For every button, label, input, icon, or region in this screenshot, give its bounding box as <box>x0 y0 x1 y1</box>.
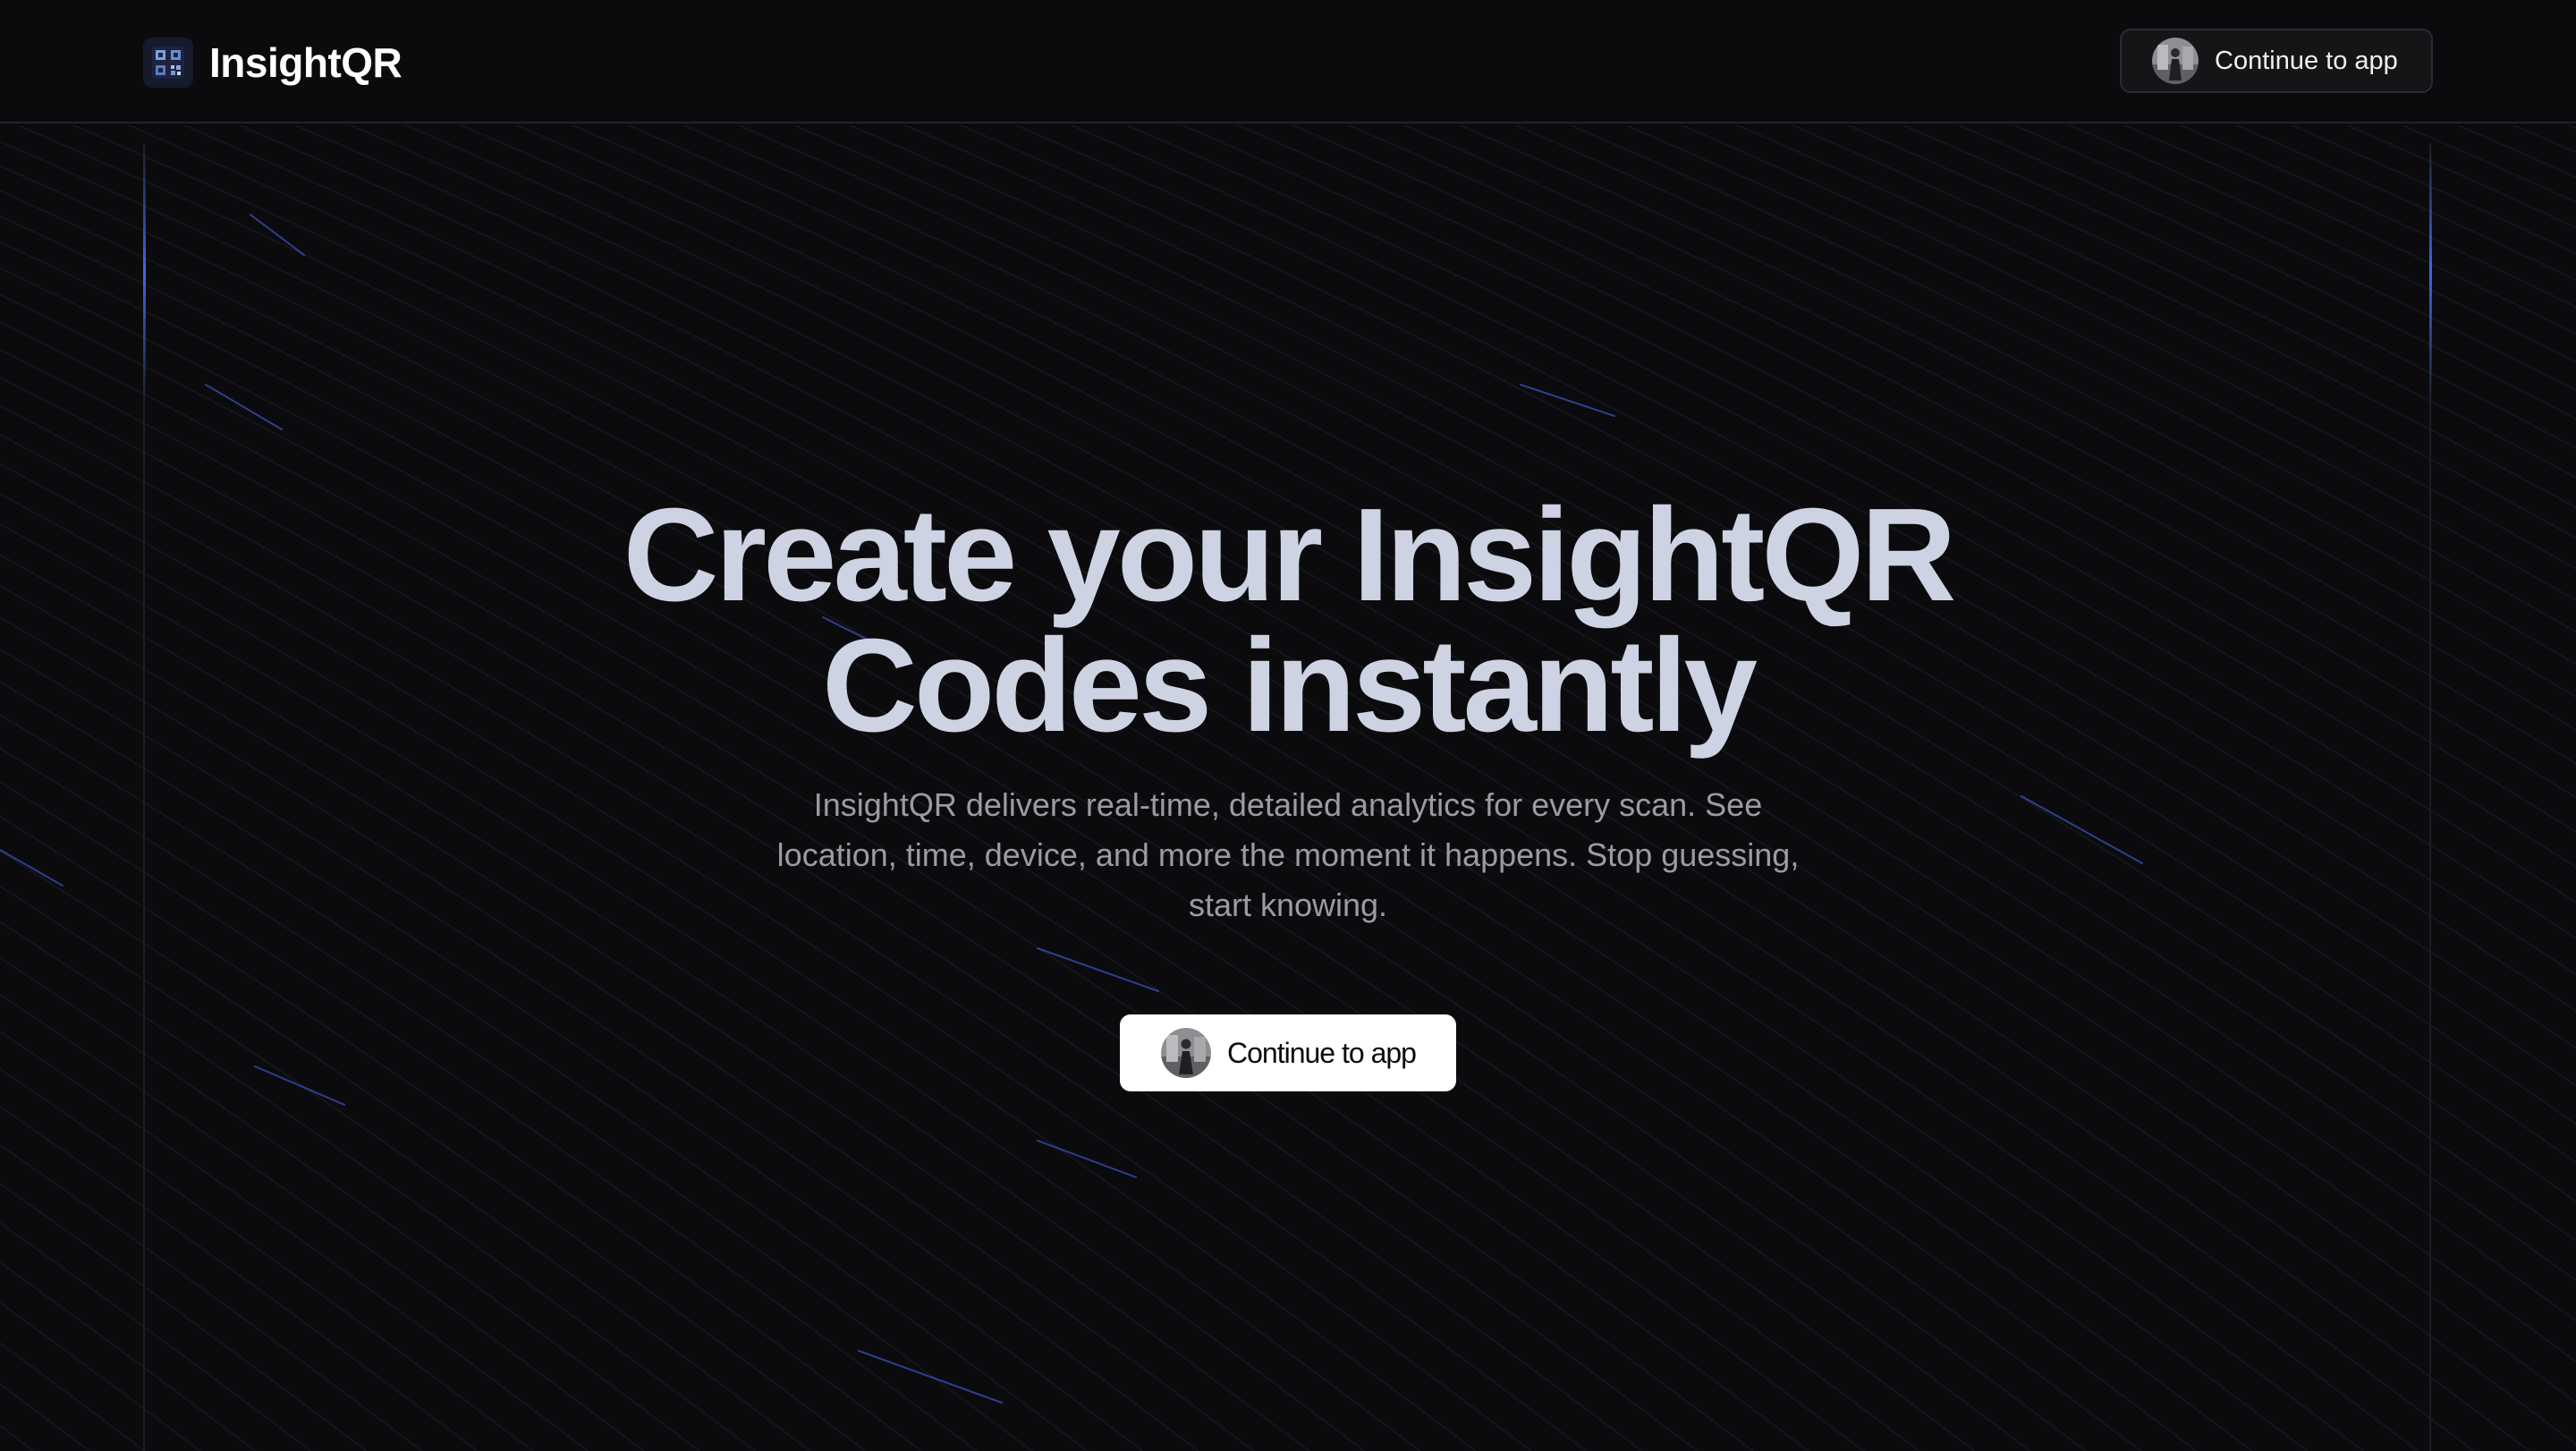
user-avatar <box>1161 1028 1211 1078</box>
hero-title: Create your InsightQR Codes instantly <box>394 481 2182 759</box>
hero-continue-to-app-button[interactable]: Continue to app <box>1120 1014 1456 1091</box>
hero-section: Create your InsightQR Codes instantly In… <box>0 0 2576 1451</box>
hero-title-line-2: Codes instantly <box>822 612 1758 759</box>
hero-title-line-1: Create your InsightQR <box>623 481 1957 629</box>
hero-continue-to-app-label: Continue to app <box>1227 1036 1417 1069</box>
landing-page: InsightQR Continue to app Create your In… <box>0 0 2576 1451</box>
hero-subtitle: InsightQR delivers real-time, detailed a… <box>776 786 1800 923</box>
